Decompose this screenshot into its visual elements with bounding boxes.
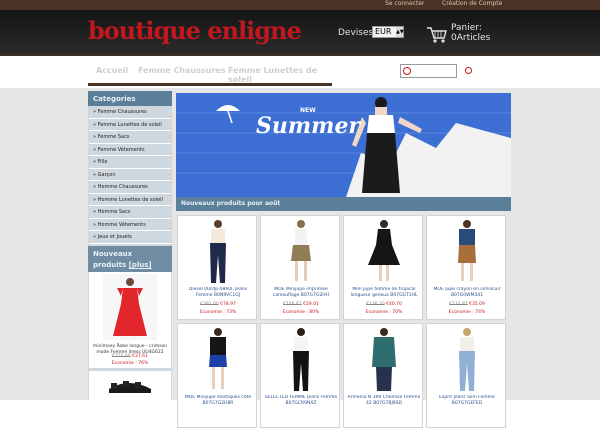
new-products-label: Nouveaux produits: [93, 250, 133, 269]
product-card[interactable]: Esprit Jeans Slim Femme B07G7GEFED: [426, 323, 506, 428]
summer-banner[interactable]: NEW Summer: [176, 93, 511, 197]
new-products-more-link[interactable]: [plus]: [129, 261, 152, 269]
product-card[interactable]: MOE Minijupe imprimée camouflage B07G7G2…: [260, 215, 340, 320]
featured-product-price: €155.60 €37.61: [91, 354, 169, 359]
cart-icon[interactable]: [426, 26, 448, 44]
product-name[interactable]: MOE Minijupe imprimée camouflage B07G7G2…: [263, 287, 339, 299]
category-item[interactable]: » Homme Lunettes de soleil: [89, 193, 171, 206]
product-image[interactable]: [275, 219, 327, 285]
new-price: €78.97: [220, 302, 236, 307]
product-image[interactable]: [358, 327, 410, 393]
banner-image: [176, 93, 511, 197]
category-item[interactable]: » Femme Chaussures: [89, 106, 171, 119]
cart-count: 0Articles: [451, 33, 491, 43]
product-image[interactable]: [358, 219, 410, 285]
product-card[interactable]: Diesel 00cdp-0860L Jeans Femme B0N9VC1GJ…: [177, 215, 257, 320]
chevron-down-icon: ▲▼: [396, 27, 404, 37]
old-price: €281.00: [200, 302, 219, 307]
old-price: €132.87: [449, 302, 468, 307]
old-price: €155.60: [112, 354, 131, 359]
main-nav: Accueil Femme Chaussures Femme Lunettes …: [88, 58, 332, 86]
category-item[interactable]: » Homme Chaussures: [89, 181, 171, 194]
product-image[interactable]: [441, 219, 493, 285]
economy-badge: Economie : 76%: [111, 361, 149, 366]
product-price: €281.00 €78.97: [180, 302, 256, 307]
product-image[interactable]: [89, 371, 171, 400]
currency-label: Devises:: [338, 28, 377, 38]
product-image[interactable]: [103, 274, 157, 340]
search-submit-icon[interactable]: [465, 67, 472, 74]
category-item[interactable]: » Homme Vêtements: [89, 218, 171, 231]
product-card[interactable]: SELECTED FEMME Jeans Femme B07GCR9NXZ: [260, 323, 340, 428]
category-item[interactable]: » Fille: [89, 156, 171, 169]
category-item[interactable]: » Homme Sacs: [89, 206, 171, 219]
product-grid: Diesel 00cdp-0860L Jeans Femme B0N9VC1GJ…: [176, 211, 511, 428]
old-price: €146.62: [283, 302, 302, 307]
new-price: €40.70: [386, 302, 402, 307]
cart-label: Panier:: [451, 23, 482, 33]
product-price: €146.62 €29.01: [263, 302, 339, 307]
product-card[interactable]: Armenia N 390 Chemise Femme 42 B07G7BJ9S…: [343, 323, 423, 428]
product-name[interactable]: MOE Minijupe élastiques côté B07G7G2H8R: [180, 395, 256, 407]
economy-badge: Economie : 80%: [282, 310, 320, 315]
product-name[interactable]: MOE Jupe crayon en similicuir B07G0WM341: [429, 287, 505, 299]
product-image[interactable]: [192, 219, 244, 285]
products-section-title: Nouveaux produits pour août: [176, 197, 511, 211]
category-item[interactable]: » Garçon: [89, 168, 171, 181]
category-item[interactable]: » Femme Vêtements: [89, 143, 171, 156]
new-price: €37.61: [132, 354, 148, 359]
banner-title: Summer: [256, 113, 361, 139]
economy-badge: Economie : 74%: [448, 310, 486, 315]
new-products-title: Nouveaux produits [plus]: [88, 246, 172, 272]
top-bar: Se connecter Création de Compte: [0, 0, 600, 10]
cart-summary[interactable]: Panier: 0Articles: [451, 23, 490, 43]
site-logo[interactable]: boutique enligne: [88, 16, 302, 45]
product-card[interactable]: MOE Minijupe élastiques côté B07G7G2H8R: [177, 323, 257, 428]
nav-bar: Accueil Femme Chaussures Femme Lunettes …: [0, 58, 600, 88]
search-icon: [403, 67, 411, 75]
old-price: €136.20: [366, 302, 385, 307]
product-card[interactable]: MOE Jupe crayon en similicuir B07G0WM341…: [426, 215, 506, 320]
product-card[interactable]: Mini Jupe femme de tropical longueur gen…: [343, 215, 423, 320]
category-item[interactable]: » Femme Lunettes de soleil: [89, 118, 171, 131]
nav-item-women-shoes[interactable]: Femme Chaussures: [138, 66, 225, 75]
product-name[interactable]: Armenia N 390 Chemise Femme 42 B07G7BJ9S…: [346, 395, 422, 407]
new-price: €29.01: [303, 302, 319, 307]
search-input[interactable]: [400, 64, 457, 78]
product-name[interactable]: Mini Jupe femme de tropical longueur gen…: [346, 287, 422, 299]
header: boutique enligne Devises: EUR ▲▼ Panier:…: [0, 10, 600, 56]
nav-item-women-sunglasses[interactable]: Femme Lunettes de soleil: [228, 66, 332, 84]
product-image[interactable]: [275, 327, 327, 393]
product-name[interactable]: SELECTED FEMME Jeans Femme B07GCR9NXZ: [263, 395, 339, 407]
sidebar: Categories » Femme Chaussures » Femme Lu…: [88, 91, 172, 400]
product-name[interactable]: Esprit Jeans Slim Femme B07G7GEFED: [429, 395, 505, 407]
economy-badge: Economie : 73%: [199, 310, 237, 315]
product-image[interactable]: [441, 327, 493, 393]
currency-selected: EUR: [375, 27, 392, 36]
login-link[interactable]: Se connecter: [385, 0, 424, 7]
featured-product[interactable]: minimoey Robe longue - crimson mode Femm…: [89, 272, 171, 368]
nav-item-home[interactable]: Accueil: [96, 66, 128, 75]
featured-product-2[interactable]: [89, 371, 171, 400]
product-name[interactable]: Diesel 00cdp-0860L Jeans Femme B0N9VC1GJ: [180, 287, 256, 299]
category-item[interactable]: » Jeux et Jouets: [89, 231, 171, 244]
product-price: €132.87 €35.09: [429, 302, 505, 307]
economy-badge: Economie : 70%: [365, 310, 403, 315]
new-price: €35.09: [469, 302, 485, 307]
product-image[interactable]: [192, 327, 244, 393]
category-item[interactable]: » Femme Sacs: [89, 131, 171, 144]
currency-select[interactable]: EUR ▲▼: [372, 26, 404, 38]
product-price: €136.20 €40.70: [346, 302, 422, 307]
create-account-link[interactable]: Création de Compte: [442, 0, 502, 7]
categories-title: Categories: [88, 91, 172, 106]
